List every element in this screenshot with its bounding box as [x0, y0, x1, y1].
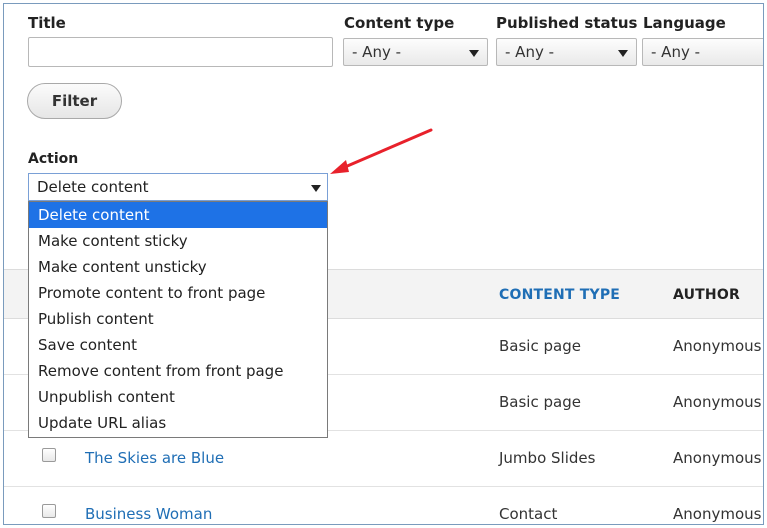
language-select[interactable]: - Any - [642, 38, 763, 66]
action-option-delete-content[interactable]: Delete content [29, 202, 327, 228]
author-column-header: AUTHOR [673, 287, 740, 303]
action-option-make-sticky[interactable]: Make content sticky [29, 228, 327, 254]
row-content-type: Basic page [499, 337, 581, 355]
action-option-promote-front-page[interactable]: Promote content to front page [29, 280, 327, 306]
action-option-publish-content[interactable]: Publish content [29, 306, 327, 332]
table-row: Business Woman Contact Anonymous [4, 487, 763, 524]
row-author: Anonymous [673, 449, 762, 467]
title-filter-input[interactable] [28, 37, 333, 67]
content-type-filter-label: Content type [344, 14, 455, 32]
action-option-remove-front-page[interactable]: Remove content from front page [29, 358, 327, 384]
row-author: Anonymous [673, 393, 762, 411]
row-author: Anonymous [673, 505, 762, 523]
filter-button[interactable]: Filter [27, 83, 122, 119]
dropdown-arrow-icon [469, 50, 479, 57]
row-title-link[interactable]: Business Woman [85, 505, 212, 523]
language-filter-label: Language [643, 14, 726, 32]
action-option-save-content[interactable]: Save content [29, 332, 327, 358]
action-option-make-unsticky[interactable]: Make content unsticky [29, 254, 327, 280]
dropdown-arrow-icon [618, 50, 628, 57]
row-author: Anonymous [673, 337, 762, 355]
published-status-select-value: - Any - [505, 43, 555, 61]
published-status-filter-label: Published status [496, 14, 638, 32]
row-content-type: Basic page [499, 393, 581, 411]
action-select[interactable]: Delete content [28, 173, 328, 201]
action-select-value: Delete content [37, 178, 149, 196]
language-select-value: - Any - [651, 43, 701, 61]
table-row: The Skies are Blue Jumbo Slides Anonymou… [4, 431, 763, 487]
row-title-link[interactable]: The Skies are Blue [85, 449, 224, 467]
annotation-arrow-icon [330, 128, 433, 174]
content-type-select[interactable]: - Any - [343, 38, 488, 66]
action-label: Action [28, 151, 79, 167]
action-dropdown-list: Delete content Make content sticky Make … [28, 201, 328, 438]
dropdown-arrow-icon [311, 185, 321, 192]
action-option-update-url-alias[interactable]: Update URL alias [29, 410, 327, 436]
row-select-checkbox[interactable] [42, 448, 56, 462]
row-content-type: Jumbo Slides [499, 449, 596, 467]
row-content-type: Contact [499, 505, 558, 523]
content-type-select-value: - Any - [352, 43, 402, 61]
published-status-select[interactable]: - Any - [496, 38, 637, 66]
action-option-unpublish-content[interactable]: Unpublish content [29, 384, 327, 410]
content-type-column-header[interactable]: CONTENT TYPE [499, 287, 620, 303]
content-admin-view: Title Content type Published status Lang… [3, 3, 764, 525]
row-select-checkbox[interactable] [42, 504, 56, 518]
title-filter-label: Title [28, 14, 66, 32]
